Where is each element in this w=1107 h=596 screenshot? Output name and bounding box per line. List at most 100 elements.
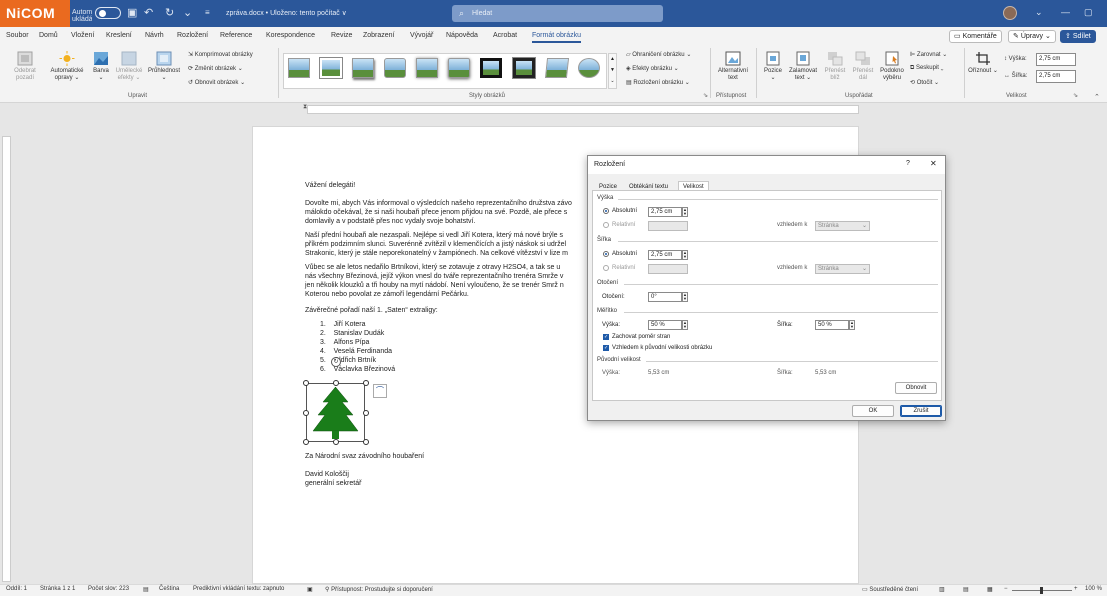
transparency-button[interactable]: Průhlednost ⌄ [146, 51, 182, 82]
picture-layout-button[interactable]: ▤ Rozložení obrázku ⌄ [626, 79, 690, 86]
picture-style-5[interactable] [416, 58, 438, 78]
size-dialog-launcher-icon[interactable]: ⇘ [1073, 92, 1078, 99]
crop-button[interactable]: Oříznout ⌄ [968, 51, 998, 75]
resize-handle[interactable] [333, 439, 339, 445]
selected-picture[interactable] [306, 383, 365, 442]
ok-button[interactable]: OK [852, 405, 894, 417]
shape-height-input[interactable]: 2,75 cm [1036, 53, 1076, 66]
status-page[interactable]: Stránka 1 z 1 [40, 586, 75, 592]
help-icon[interactable]: ? [906, 160, 910, 167]
status-words[interactable]: Počet slov: 223 [88, 586, 129, 592]
vertical-ruler[interactable] [0, 116, 13, 584]
cancel-button[interactable]: Zrušit [900, 405, 942, 417]
maximize-icon[interactable]: ▢ [1084, 7, 1093, 18]
status-accessibility[interactable]: ⚲ Přístupnost: Prostudujte si doporučení [325, 586, 433, 593]
status-section[interactable]: Oddíl: 1 [6, 586, 27, 592]
tab-reference[interactable]: Reference [220, 32, 252, 39]
proofing-icon[interactable]: ▤ [143, 586, 149, 593]
remove-background-button[interactable]: Odebrat pozadí [8, 51, 42, 82]
share-button[interactable]: ⇪ Sdílet [1060, 30, 1096, 43]
rotation-input[interactable]: 0° [648, 292, 682, 302]
scale-height-input[interactable]: 50 % [648, 320, 682, 330]
layout-options-icon[interactable]: ⌒ [373, 384, 387, 398]
rotation-spinner[interactable]: ▲ ▼ [682, 292, 688, 302]
picture-style-2[interactable] [320, 58, 342, 78]
zoom-in-icon[interactable]: + [1074, 586, 1078, 592]
height-absolute-input[interactable]: 2,75 cm [648, 207, 682, 217]
picture-style-7[interactable] [480, 58, 502, 78]
picture-style-10[interactable] [578, 58, 600, 78]
tab-soubor[interactable]: Soubor [6, 32, 29, 39]
dialog-launcher-icon[interactable]: ⇘ [703, 92, 708, 99]
align-button[interactable]: ⊫ Zarovnat ⌄ [910, 51, 947, 58]
change-picture-button[interactable]: ⟳ Změnit obrázek ⌄ [188, 65, 243, 72]
status-language[interactable]: Čeština [159, 586, 179, 592]
tab-vyvojar[interactable]: Vývojář [410, 32, 433, 39]
status-predict[interactable]: Prediktivní vkládání textu: zapnuto [193, 586, 284, 592]
autosave-toggle[interactable] [95, 7, 121, 19]
redo-icon[interactable]: ↻ [165, 6, 174, 19]
avatar[interactable] [1003, 6, 1017, 20]
horizontal-ruler[interactable]: ⧗ [0, 103, 1107, 116]
picture-style-8[interactable] [513, 58, 535, 78]
macro-icon[interactable]: ▣ [307, 586, 313, 593]
width-absolute-radio[interactable] [603, 251, 609, 257]
width-absolute-input[interactable]: 2,75 cm [648, 250, 682, 260]
lock-aspect-checkbox[interactable]: ✓ [603, 334, 609, 340]
tab-acrobat[interactable]: Acrobat [493, 32, 517, 39]
scale-height-spinner[interactable]: ▲ ▼ [682, 320, 688, 330]
group-button[interactable]: ⧉ Seskupit ⌄ [910, 65, 943, 72]
comments-button[interactable]: ▭ Komentáře [949, 30, 1002, 43]
shape-width-input[interactable]: 2,75 cm [1036, 70, 1076, 83]
compress-pictures-button[interactable]: ⇲ Komprimovat obrázky [188, 51, 253, 58]
send-backward-button[interactable]: Přenést dál [850, 51, 876, 82]
picture-style-6[interactable] [448, 58, 470, 78]
reset-button[interactable]: Obnovit [895, 382, 937, 394]
height-spinner[interactable]: ▲ ▼ [682, 207, 688, 217]
document-title[interactable]: zpráva.docx • Uloženo: tento počítač ∨ [226, 9, 347, 17]
artistic-effects-button[interactable]: Umělecké efekty ⌄ [114, 51, 144, 82]
more-qa-icon[interactable]: ≡ [205, 8, 210, 17]
tab-zobrazeni[interactable]: Zobrazení [363, 32, 395, 39]
close-icon[interactable]: ✕ [930, 159, 937, 168]
resize-handle[interactable] [363, 410, 369, 416]
picture-effects-button[interactable]: ◈ Efekty obrázku ⌄ [626, 65, 679, 72]
scale-width-input[interactable]: 50 % [815, 320, 849, 330]
picture-style-1[interactable] [288, 58, 310, 78]
resize-handle[interactable] [303, 380, 309, 386]
tab-revize[interactable]: Revize [331, 32, 352, 39]
focus-button[interactable]: ▭ Soustředěné čtení [862, 586, 918, 593]
resize-handle[interactable] [303, 410, 309, 416]
resize-handle[interactable] [363, 380, 369, 386]
resize-handle[interactable] [363, 439, 369, 445]
width-relative-input[interactable] [648, 264, 688, 274]
rotate-handle-icon[interactable]: ↻ [331, 357, 341, 367]
minimize-icon[interactable]: — [1061, 7, 1070, 17]
save-icon[interactable]: ▣ [127, 6, 137, 19]
width-relative-radio[interactable] [603, 265, 609, 271]
editing-button[interactable]: ✎ Úpravy ⌄ [1008, 30, 1056, 43]
scale-width-spinner[interactable]: ▲ ▼ [849, 320, 855, 330]
resize-handle[interactable] [303, 439, 309, 445]
tab-vlozeni[interactable]: Vložení [71, 32, 94, 39]
tab-navrh[interactable]: Návrh [145, 32, 164, 39]
corrections-button[interactable]: Automatické opravy ⌄ [46, 51, 88, 82]
height-relative-radio[interactable] [603, 222, 609, 228]
undo-icon[interactable]: ↶ [144, 6, 153, 19]
search-box[interactable]: ⌕ Hledat [452, 5, 663, 22]
chevron-down-icon[interactable]: ⌄ [1035, 7, 1043, 18]
collapse-ribbon-icon[interactable]: ⌃ [1094, 93, 1100, 101]
tab-napoveda[interactable]: Nápověda [446, 32, 478, 39]
color-button[interactable]: Barva ⌄ [91, 51, 111, 82]
wrap-text-button[interactable]: Zalamovat text ⌄ [788, 51, 818, 82]
zoom-out-icon[interactable]: − [1004, 586, 1008, 592]
width-relative-to-select[interactable]: Stránka ⌄ [815, 264, 870, 274]
tab-domu[interactable]: Domů [39, 32, 58, 39]
print-layout-icon[interactable]: ▤ [963, 586, 969, 593]
read-mode-icon[interactable]: ▥ [939, 586, 945, 593]
resize-handle[interactable] [333, 380, 339, 386]
customize-qa-icon[interactable]: ⌄ [183, 6, 192, 19]
zoom-slider-thumb[interactable] [1040, 587, 1043, 594]
selection-pane-button[interactable]: Podokno výběru [877, 51, 907, 82]
web-layout-icon[interactable]: ▦ [987, 586, 993, 593]
